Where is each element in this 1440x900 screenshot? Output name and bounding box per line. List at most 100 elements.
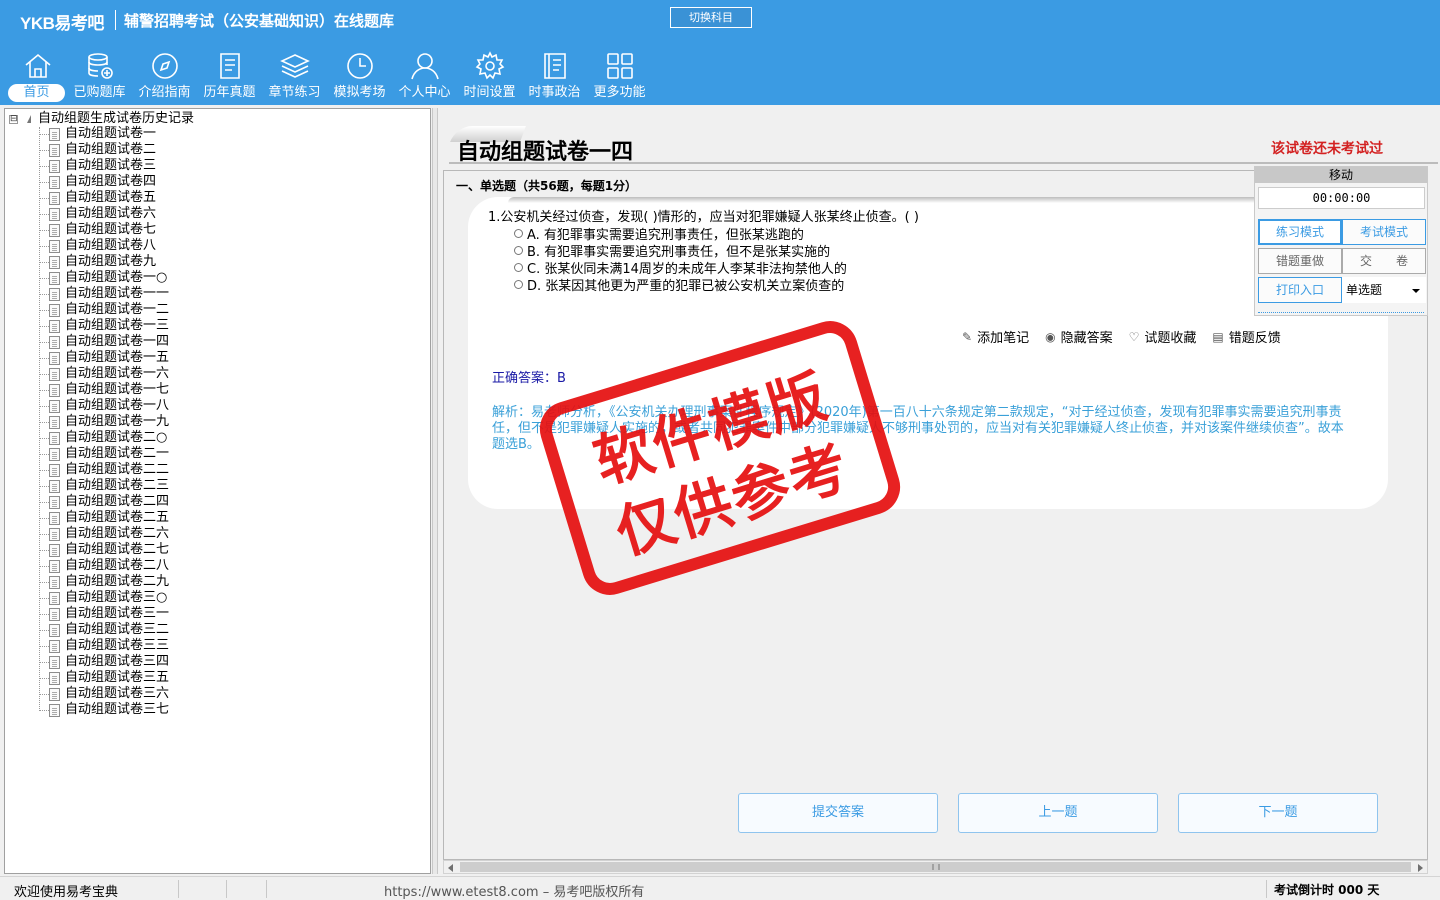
collapse-toggle-icon[interactable]: ⊟ (9, 114, 18, 124)
tree-item[interactable]: 自动组题试卷三五 (39, 670, 169, 686)
document-icon (49, 351, 60, 365)
tree-item[interactable]: 自动组题试卷二六 (39, 526, 169, 542)
heart-icon: ♡ (1128, 329, 1140, 344)
document-icon (49, 671, 60, 685)
layers-icon (279, 54, 310, 78)
tree-item[interactable]: 自动组题试卷二五 (39, 510, 169, 526)
tree-connector (39, 613, 49, 615)
home-icon (24, 53, 51, 78)
tree-item[interactable]: 自动组题试卷一五 (39, 350, 169, 366)
tree-item[interactable]: 自动组题试卷一 (39, 126, 169, 142)
tree-item[interactable]: 自动组题试卷二八 (39, 558, 169, 574)
tree-item[interactable]: 自动组题试卷一一 (39, 286, 169, 302)
exam-mode-button[interactable]: 考试模式 (1342, 219, 1426, 245)
pencil-icon: ✎ (962, 329, 973, 344)
nav-item-past-papers[interactable]: 历年真题 (197, 46, 262, 104)
document-icon (49, 703, 60, 717)
tree-item[interactable]: 自动组题试卷二三 (39, 478, 169, 494)
nav-item-time-settings[interactable]: 时间设置 (457, 46, 522, 104)
radio-icon[interactable] (514, 263, 523, 272)
tree-connector (39, 629, 49, 631)
practice-mode-button[interactable]: 练习模式 (1258, 219, 1342, 245)
tree-item[interactable]: 自动组题试卷二 (39, 142, 169, 158)
tree-item[interactable]: 自动组题试卷一三 (39, 318, 169, 334)
tree-item[interactable]: 自动组题试卷一四 (39, 334, 169, 350)
pane-splitter[interactable] (432, 108, 438, 874)
tree-item-label: 自动组题试卷三六 (65, 686, 170, 701)
redo-wrong-button[interactable]: 错题重做 (1258, 248, 1342, 274)
tree-item[interactable]: 自动组题试卷三六 (39, 686, 169, 702)
tree-item-label: 自动组题试卷一三 (65, 318, 170, 333)
tree-item[interactable]: 自动组题试卷三 (39, 158, 169, 174)
tree-item[interactable]: 自动组题试卷二九 (39, 574, 169, 590)
switch-subject-button[interactable]: 切换科目 (670, 7, 752, 28)
tree-item[interactable]: 自动组题试卷二○ (39, 430, 169, 446)
tree-item[interactable]: 自动组题试卷一七 (39, 382, 169, 398)
tree-item[interactable]: 自动组题试卷三三 (39, 638, 169, 654)
panel-resize-edge (1258, 309, 1424, 313)
nav-item-purchased[interactable]: 已购题库 (67, 46, 132, 104)
tree-connector (39, 485, 49, 487)
tool-label: 错题反馈 (1228, 331, 1281, 346)
radio-icon[interactable] (514, 280, 523, 289)
nav-item-mock-exam[interactable]: 模拟考场 (327, 46, 392, 104)
favorite-button[interactable]: ♡ 试题收藏 (1128, 327, 1197, 347)
tree-item[interactable]: 自动组题试卷六 (39, 206, 169, 222)
document-icon (49, 367, 60, 381)
radio-icon[interactable] (514, 229, 523, 238)
nav-item-more[interactable]: 更多功能 (587, 46, 652, 104)
tree-root[interactable]: ⊟ 自动组题生成试卷历史记录 (9, 111, 194, 127)
status-divider (266, 880, 267, 898)
tree-item-label: 自动组题试卷一 (65, 126, 157, 141)
nav-item-home[interactable]: 首页 (8, 46, 67, 104)
tree-item[interactable]: 自动组题试卷三○ (39, 590, 169, 606)
nav-label: 时间设置 (463, 85, 516, 100)
scroll-left-icon[interactable] (448, 864, 453, 872)
tree-item[interactable]: 自动组题试卷三七 (39, 702, 169, 718)
scroll-thumb[interactable] (460, 862, 1411, 872)
tree-item[interactable]: 自动组题试卷二四 (39, 494, 169, 510)
error-feedback-button[interactable]: ▤ 错题反馈 (1212, 327, 1281, 347)
submit-paper-button[interactable]: 交 卷 (1342, 248, 1426, 274)
nav-item-current-affairs[interactable]: 时事政治 (522, 46, 587, 104)
tree-item[interactable]: 自动组题试卷八 (39, 238, 169, 254)
panel-move-handle[interactable]: 移动 (1255, 167, 1427, 183)
print-button[interactable]: 打印入口 (1258, 277, 1342, 303)
tree-item[interactable]: 自动组题试卷四 (39, 174, 169, 190)
tree-item[interactable]: 自动组题试卷三四 (39, 654, 169, 670)
scroll-right-icon[interactable] (1418, 864, 1423, 872)
tree-item[interactable]: 自动组题试卷二二 (39, 462, 169, 478)
tree-item[interactable]: 自动组题试卷一八 (39, 398, 169, 414)
tree-item[interactable]: 自动组题试卷三一 (39, 606, 169, 622)
status-divider (1266, 880, 1267, 898)
tree-item[interactable]: 自动组题试卷三二 (39, 622, 169, 638)
tree-item[interactable]: 自动组题试卷一二 (39, 302, 169, 318)
question-type-select[interactable]: 单选题 (1342, 277, 1426, 303)
tree-item[interactable]: 自动组题试卷一六 (39, 366, 169, 382)
tree-item-label: 自动组题试卷一七 (65, 382, 170, 397)
nav-item-guide[interactable]: 介绍指南 (132, 46, 197, 104)
tree-item[interactable]: 自动组题试卷七 (39, 222, 169, 238)
tree-connector (39, 277, 49, 279)
tree-item[interactable]: 自动组题试卷二七 (39, 542, 169, 558)
tree-item[interactable]: 自动组题试卷一○ (39, 270, 169, 286)
nav-label: 更多功能 (593, 85, 646, 100)
submit-answer-button[interactable]: 提交答案 (738, 793, 938, 833)
compass-icon (151, 53, 178, 79)
tree-item[interactable]: 自动组题试卷九 (39, 254, 169, 270)
tree-connector (39, 165, 49, 167)
hide-answer-button[interactable]: ◉ 隐藏答案 (1045, 327, 1113, 347)
tree-item[interactable]: 自动组题试卷一九 (39, 414, 169, 430)
option-d[interactable]: D. 张某因其他更为严重的犯罪已被公安机关立案侦查的 (514, 275, 844, 294)
next-question-button[interactable]: 下一题 (1178, 793, 1378, 833)
radio-icon[interactable] (514, 246, 523, 255)
document-icon (49, 447, 60, 461)
horizontal-scrollbar[interactable] (443, 860, 1428, 874)
tree-item[interactable]: 自动组题试卷二一 (39, 446, 169, 462)
previous-question-button[interactable]: 上一题 (958, 793, 1158, 833)
add-note-button[interactable]: ✎ 添加笔记 (962, 327, 1029, 347)
nav-item-chapter-practice[interactable]: 章节练习 (262, 46, 327, 104)
paper-title-bar: 自动组题试卷一四 该试卷还未考试过 (439, 108, 1438, 165)
nav-item-profile[interactable]: 个人中心 (392, 46, 457, 104)
tree-item[interactable]: 自动组题试卷五 (39, 190, 169, 206)
